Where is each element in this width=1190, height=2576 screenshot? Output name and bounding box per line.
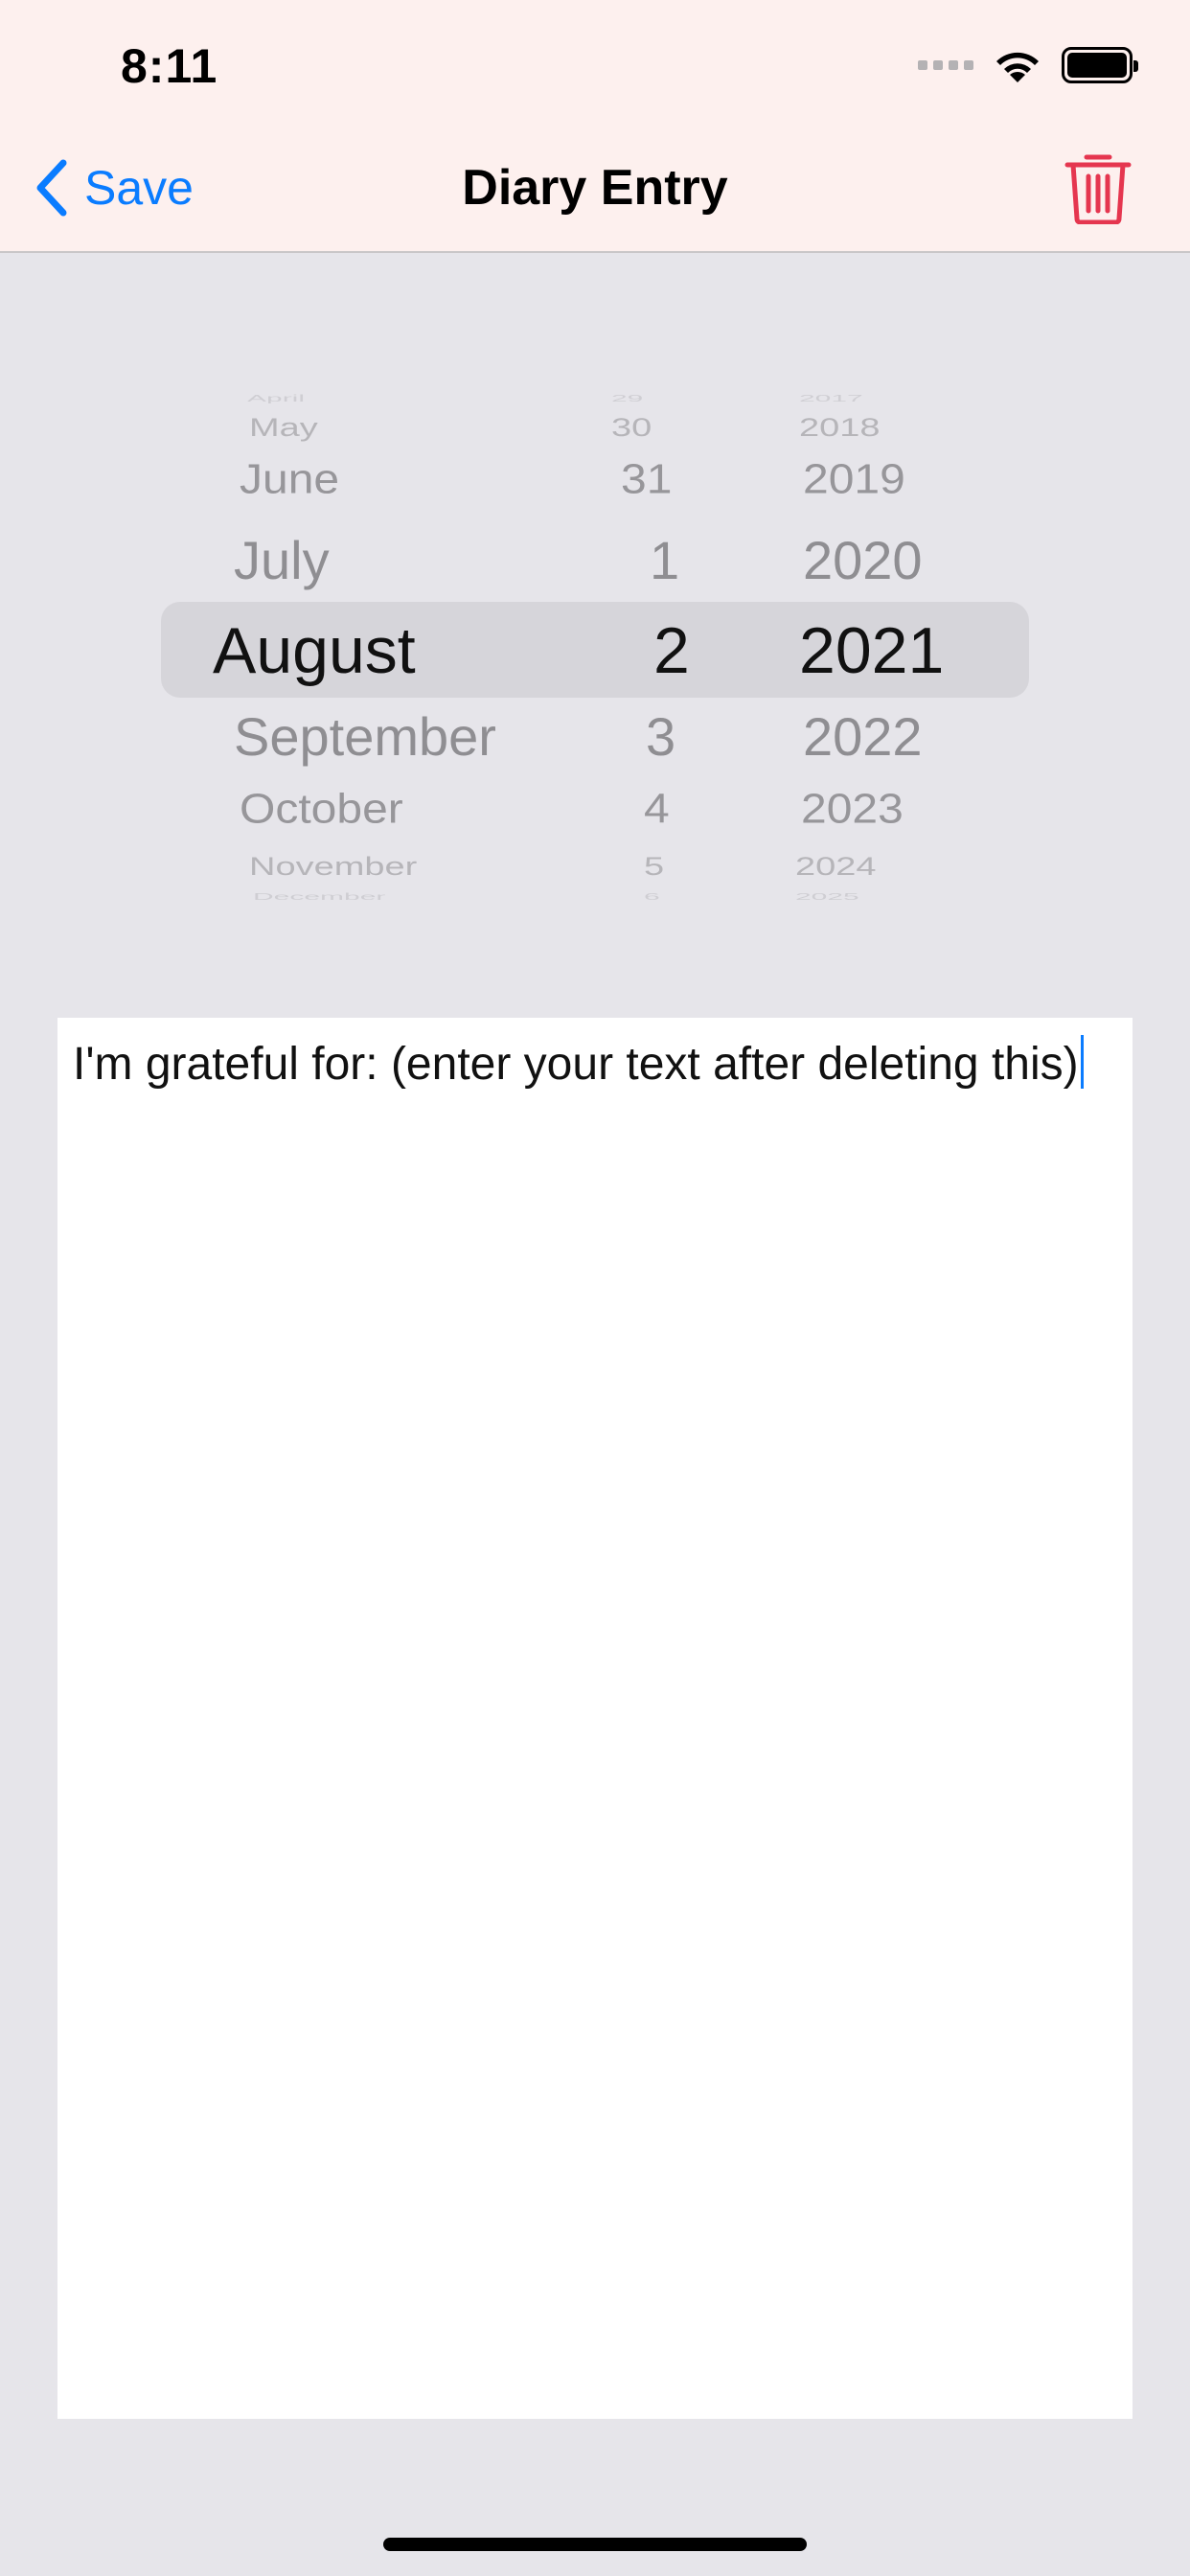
status-icons: [918, 42, 1138, 88]
picker-month-option[interactable]: October: [240, 786, 403, 834]
picker-day-option[interactable]: 4: [644, 786, 670, 834]
trash-icon[interactable]: [1064, 150, 1133, 224]
picker-day-option[interactable]: 1: [650, 529, 679, 591]
home-indicator[interactable]: [383, 2538, 807, 2551]
picker-year-option[interactable]: 2021: [799, 613, 944, 688]
text-caret: [1080, 1035, 1084, 1089]
editor-text-content: I'm grateful for: (enter your text after…: [73, 1039, 1079, 1090]
status-time: 8:11: [121, 39, 218, 93]
header: 8:11 Save Diary Entry: [0, 0, 1190, 253]
picker-day-option[interactable]: 5: [644, 853, 664, 882]
picker-month-option[interactable]: July: [234, 529, 330, 591]
picker-year-option[interactable]: 2018: [799, 414, 881, 443]
diary-text-editor[interactable]: I'm grateful for: (enter your text after…: [57, 1018, 1133, 2419]
picker-day-option[interactable]: 29: [611, 393, 643, 404]
picker-year-option[interactable]: 2024: [795, 853, 877, 882]
picker-day-option[interactable]: 6: [644, 891, 660, 903]
picker-day-option[interactable]: 2: [653, 613, 690, 688]
picker-year-option[interactable]: 2025: [795, 891, 859, 903]
battery-icon: [1062, 47, 1138, 83]
picker-month-option[interactable]: April: [247, 393, 305, 404]
picker-day-option[interactable]: 31: [621, 456, 672, 504]
page-title: Diary Entry: [462, 160, 728, 216]
picker-month-option[interactable]: June: [240, 456, 339, 504]
picker-month-option[interactable]: November: [249, 853, 417, 882]
picker-month-option[interactable]: August: [213, 613, 416, 688]
picker-year-option[interactable]: 2017: [799, 393, 863, 404]
picker-month-option[interactable]: December: [253, 891, 385, 903]
picker-year-option[interactable]: 2023: [801, 786, 904, 834]
picker-day-option[interactable]: 30: [611, 414, 652, 443]
wifi-icon: [996, 52, 1039, 82]
picker-year-option[interactable]: 2022: [803, 705, 923, 768]
picker-month-option[interactable]: September: [234, 705, 496, 768]
date-picker[interactable]: April May June July August September October No…: [161, 383, 1029, 910]
picker-month-option[interactable]: May: [249, 414, 318, 443]
editor-text: I'm grateful for: (enter your text after…: [73, 1035, 1127, 1091]
cellular-signal-icon: [918, 60, 973, 70]
picker-day-option[interactable]: 3: [646, 705, 675, 768]
picker-year-option[interactable]: 2019: [803, 456, 905, 504]
picker-year-option[interactable]: 2020: [803, 529, 923, 591]
